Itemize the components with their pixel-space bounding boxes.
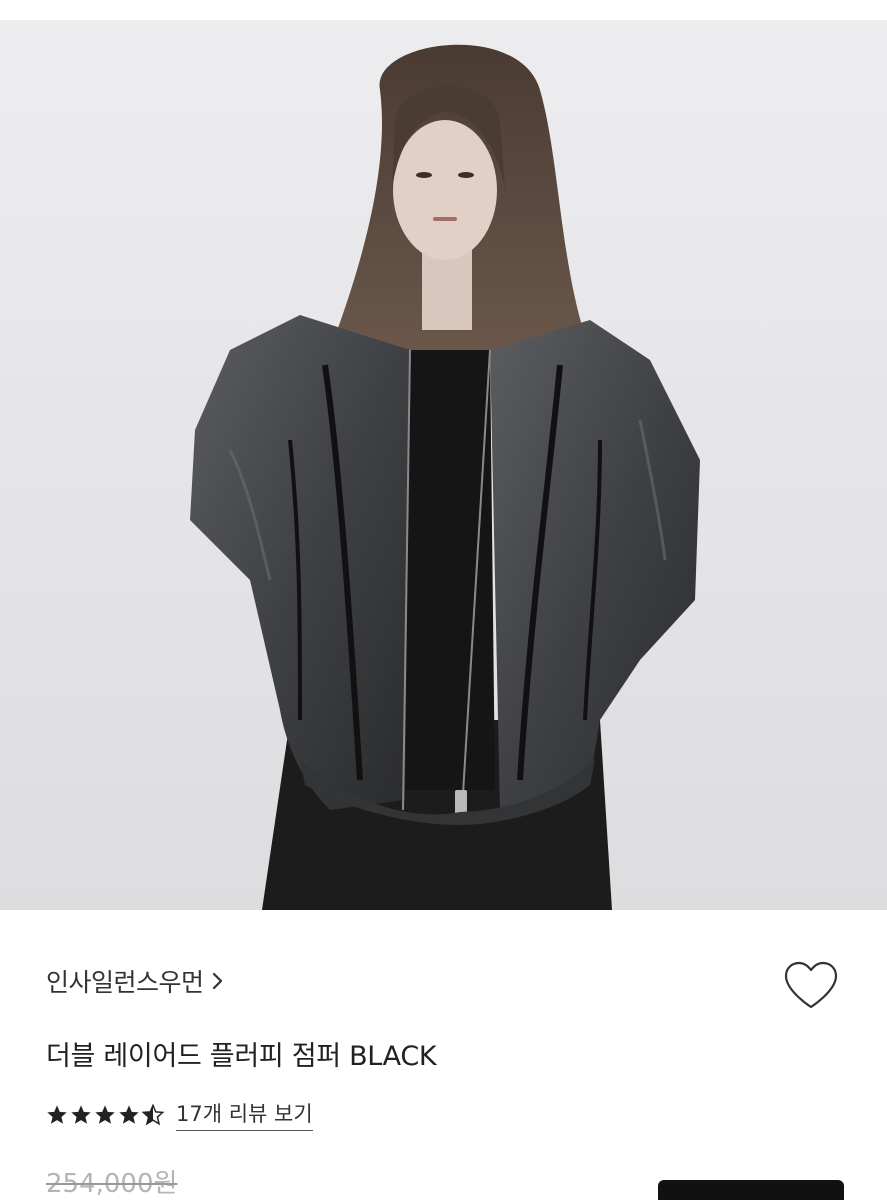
star-rating (46, 1103, 164, 1126)
star-filled-icon (47, 1104, 67, 1124)
chevron-right-icon (212, 972, 222, 990)
brand-name: 인사일런스우먼 (46, 968, 204, 997)
original-price: 254,000원 (46, 1169, 178, 1199)
buy-button[interactable] (658, 1180, 844, 1200)
star-half-icon (142, 1103, 164, 1125)
heart-outline-icon (784, 961, 838, 1009)
review-link[interactable]: 17개 리뷰 보기 (176, 1098, 313, 1131)
star-filled-icon (119, 1104, 139, 1124)
product-image[interactable] (0, 20, 887, 910)
brand-link[interactable]: 인사일런스우먼 (46, 963, 224, 999)
rating-row: 17개 리뷰 보기 (46, 1098, 313, 1131)
product-name: 더블 레이어드 플러피 점퍼 BLACK (46, 1041, 437, 1072)
star-filled-icon (95, 1104, 115, 1124)
star-filled-icon (71, 1104, 91, 1124)
product-detail-page: 인사일런스우먼 더블 레이어드 플러피 점퍼 BLACK 17개 리뷰 보기 2… (0, 0, 887, 1200)
model-photo (0, 20, 887, 910)
wishlist-button[interactable] (782, 960, 840, 1012)
